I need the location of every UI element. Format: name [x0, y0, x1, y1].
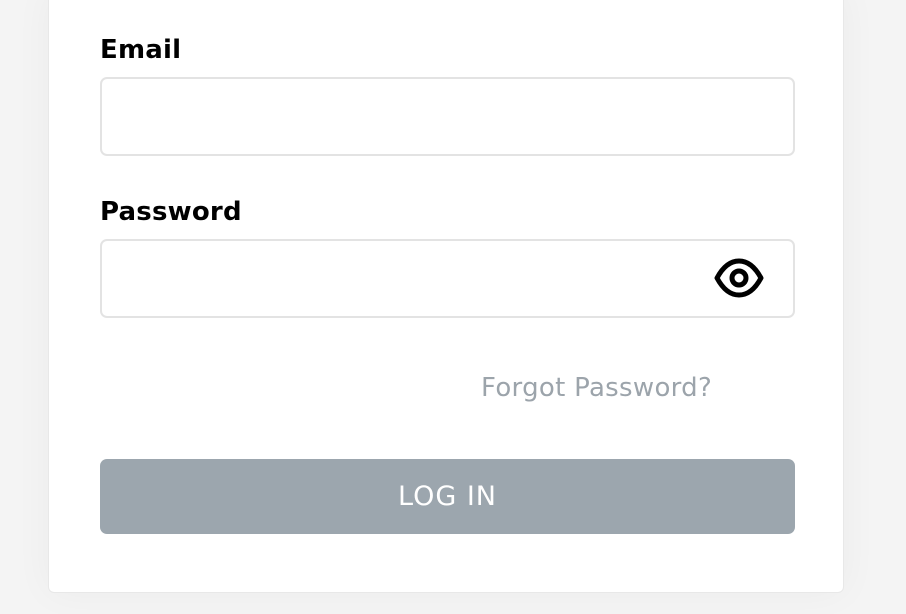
email-label: Email [100, 35, 182, 65]
eye-icon[interactable] [714, 257, 764, 299]
password-label: Password [100, 197, 242, 227]
forgot-password-link[interactable]: Forgot Password? [481, 373, 712, 403]
login-button[interactable]: LOG IN [100, 459, 795, 534]
email-field[interactable] [100, 77, 795, 156]
password-field[interactable] [100, 239, 795, 318]
login-card: Email Password Forgot Password? LOG IN [48, 0, 844, 593]
